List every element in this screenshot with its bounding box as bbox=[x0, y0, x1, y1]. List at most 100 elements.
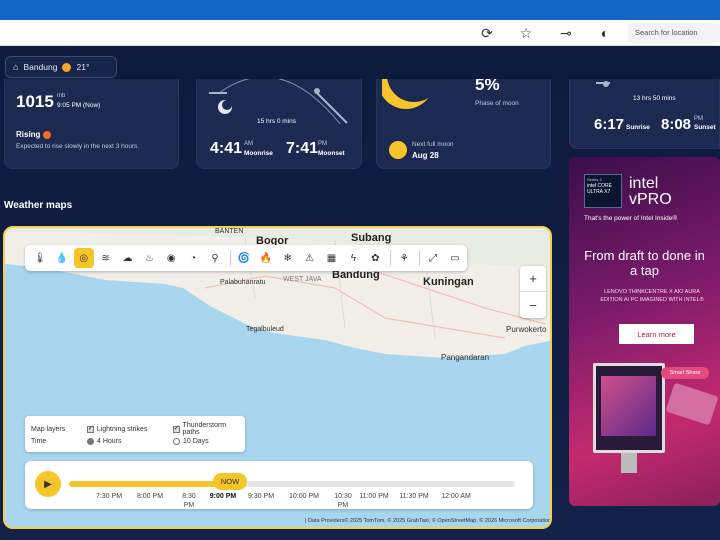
timeline-tick: 8:30 PM bbox=[182, 493, 196, 509]
ad-product-stand bbox=[621, 453, 637, 473]
search-location-input[interactable]: Search for location bbox=[628, 23, 720, 43]
timeline-tick: 10:30 PM bbox=[334, 493, 352, 509]
star-icon[interactable]: ☆ bbox=[517, 24, 535, 42]
now-marker[interactable]: NOW bbox=[213, 473, 247, 490]
sunset-time: 8:08 bbox=[661, 116, 692, 133]
thunderstorm-checkbox[interactable] bbox=[172, 424, 180, 433]
toolbar-divider bbox=[390, 250, 392, 266]
zoom-out-button[interactable]: − bbox=[520, 292, 546, 318]
pollen-icon[interactable]: ✿ bbox=[365, 248, 385, 268]
intel-ad[interactable]: Series 2 intel CORE ULTRA X7 intel vPRO … bbox=[569, 157, 720, 506]
snowflake-icon[interactable]: ❄ bbox=[278, 248, 298, 268]
timeline-tick: 12:00 AM bbox=[441, 493, 471, 500]
map-layers-label: Map layers bbox=[31, 425, 66, 433]
days10-label: 10 Days bbox=[183, 438, 209, 445]
timeline-tick: 11:00 PM bbox=[359, 493, 389, 500]
home-icon: ⌂ bbox=[13, 62, 19, 72]
map-attribution: | Data Providers© 2025 TomTom, © 2025 Gr… bbox=[305, 518, 552, 524]
sun-icon bbox=[62, 62, 72, 72]
location-temp: 21° bbox=[76, 62, 90, 72]
lightning-checkbox[interactable] bbox=[86, 424, 94, 433]
trend-up-icon bbox=[43, 130, 52, 139]
timeline-track[interactable] bbox=[69, 481, 515, 487]
hours4-radio[interactable] bbox=[87, 438, 94, 445]
pressure-card[interactable]: 1015 mb 9:05 PM (Now) Rising Expected to… bbox=[4, 79, 179, 169]
plant-icon[interactable]: ⚘ bbox=[394, 248, 414, 268]
warning-icon[interactable]: ⚠ bbox=[300, 248, 320, 268]
smart-share-pill: Smart Share bbox=[661, 367, 709, 379]
weather-map[interactable]: Bogor Subang BANTEN Bandung Kuningan Pal… bbox=[3, 226, 552, 529]
lightning-label: Lightning strikes bbox=[96, 425, 148, 433]
pressure-status-text: Rising bbox=[16, 130, 41, 139]
next-full-moon-date: Aug 28 bbox=[412, 151, 439, 160]
thermometer-icon[interactable]: 🌡 bbox=[30, 248, 50, 268]
ad-series: Series 2 bbox=[587, 177, 602, 182]
raindrop-icon[interactable]: 💧 bbox=[52, 248, 72, 268]
map-timeline: ▶ NOW 7:30 PM 8:00 PM 8:30 PM 9:00 PM 9:… bbox=[25, 461, 533, 509]
moonset-time: 7:41 bbox=[286, 140, 319, 157]
location-pill[interactable]: ⌂ Bandung 21° bbox=[5, 56, 117, 78]
fire-icon[interactable]: 🔥 bbox=[256, 248, 276, 268]
wind-icon[interactable]: ≋ bbox=[96, 248, 116, 268]
pin-icon[interactable]: ⊸ bbox=[557, 24, 575, 42]
ad-product-image bbox=[593, 363, 665, 453]
days10-radio[interactable] bbox=[173, 438, 180, 445]
feedback-icon[interactable]: ▭ bbox=[445, 248, 465, 268]
moon-phase-percent: 5% bbox=[475, 79, 500, 94]
moonrise-time: 4:41 bbox=[210, 140, 243, 157]
expand-icon[interactable]: ⤢ bbox=[423, 248, 443, 268]
pressure-unit: mb bbox=[57, 93, 66, 99]
learn-more-button[interactable]: Learn more bbox=[619, 324, 694, 344]
map-label-subang: Subang bbox=[351, 232, 392, 244]
timeline-tick: 7:30 PM bbox=[95, 493, 123, 500]
moonrise-label: Moonrise bbox=[244, 150, 273, 157]
sunset-label: Sunset bbox=[694, 124, 716, 131]
play-button[interactable]: ▶ bbox=[35, 471, 61, 497]
thunderstorm-label: Thunderstorm paths bbox=[182, 422, 227, 436]
sunrise-label: Sunrise bbox=[626, 124, 650, 131]
time-label: Time bbox=[31, 438, 47, 445]
sunset-ampm: PM bbox=[694, 116, 703, 122]
refresh-icon[interactable]: ⟳ bbox=[478, 24, 496, 42]
next-full-moon-label: Next full moon bbox=[412, 141, 454, 148]
moon-duration: 15 hrs 0 mins bbox=[257, 118, 297, 125]
map-label-west-java: WEST JAVA bbox=[283, 276, 322, 283]
map-layer-toolbar: 🌡 💧 ◎ ≋ ☁ ♨ ◉ ◔ ⚲ 🌀 🔥 ❄ ⚠ ▦ ϟ ✿ ⚘ ⤢ ▭ bbox=[25, 245, 467, 271]
humidity-icon[interactable]: ♨ bbox=[139, 248, 159, 268]
ad-phone-image bbox=[665, 382, 719, 426]
cloud-icon[interactable]: ☁ bbox=[118, 248, 138, 268]
toolbar-divider bbox=[230, 250, 232, 266]
pin-icon[interactable]: ⚲ bbox=[205, 248, 225, 268]
pressure-time: 9:05 PM (Now) bbox=[57, 102, 101, 109]
pressure-status: Rising bbox=[16, 130, 52, 139]
map-label-kuningan: Kuningan bbox=[423, 276, 474, 288]
browser-toolbar: ⟳ ☆ ⊸ ◐ Search for location bbox=[0, 20, 720, 46]
moon-phase-icon bbox=[382, 79, 441, 109]
sun-card[interactable]: 13 hrs 50 mins 6:17 Sunrise 8:08 PM Suns… bbox=[569, 79, 720, 149]
weather-maps-title: Weather maps bbox=[4, 200, 73, 211]
lightning-icon[interactable]: ϟ bbox=[343, 248, 363, 268]
moonrise-card[interactable]: 15 hrs 0 mins 4:41 AM Moonrise 7:41 PM M… bbox=[196, 79, 362, 169]
dark-mode-icon[interactable]: ◐ bbox=[596, 24, 614, 42]
hurricane-icon[interactable]: 🌀 bbox=[234, 248, 254, 268]
intel-core-badge: Series 2 intel CORE ULTRA X7 bbox=[584, 174, 622, 208]
ad-brand-small: intel CORE ULTRA X7 bbox=[587, 183, 613, 195]
timeline-tick: 9:30 PM bbox=[247, 493, 275, 500]
map-label-purwokerto: Purwokerto bbox=[506, 325, 547, 334]
zoom-in-button[interactable]: + bbox=[520, 266, 546, 292]
timeline-tick: 8:00 PM bbox=[136, 493, 164, 500]
moon-phase-card[interactable]: 5% Phase of moon Next full moon Aug 28 bbox=[376, 79, 551, 169]
ad-body: LENOVO THINKCENTRE X AIO AURA EDITION AI… bbox=[600, 289, 704, 303]
air-quality-icon[interactable]: ▦ bbox=[322, 248, 342, 268]
ad-tagline: That's the power of Intel Inside® bbox=[584, 215, 678, 222]
timeline-progress bbox=[69, 481, 236, 487]
moonset-ampm: PM bbox=[318, 141, 327, 147]
map-layers-panel: Map layers Lightning strikes Thunderstor… bbox=[25, 416, 245, 452]
timeline-tick-current: 9:00 PM bbox=[209, 493, 237, 500]
hours4-label: 4 Hours bbox=[97, 438, 122, 445]
timeline-tick: 11:30 PM bbox=[399, 493, 429, 500]
pressure-gauge-icon[interactable]: ◔ bbox=[183, 248, 203, 268]
radar-icon[interactable]: ◎ bbox=[73, 248, 94, 268]
map-label-banten: BANTEN bbox=[215, 228, 244, 235]
visibility-eye-icon[interactable]: ◉ bbox=[161, 248, 181, 268]
